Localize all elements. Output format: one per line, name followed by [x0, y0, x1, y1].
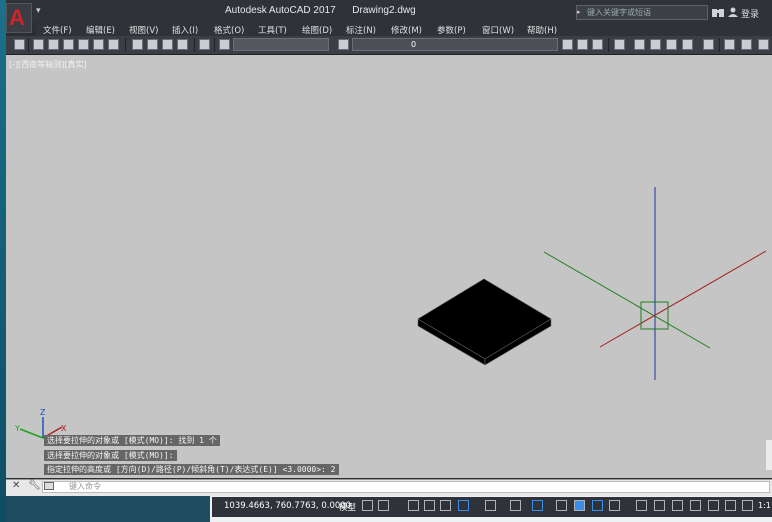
menu-draw[interactable]: 绘图(D) [302, 24, 332, 36]
wedge-icon[interactable] [93, 39, 104, 50]
polar-icon[interactable] [440, 500, 451, 511]
ucs-y-label: Y [15, 424, 20, 433]
quick-properties-icon[interactable] [690, 500, 701, 511]
layout-tabs-area [6, 496, 210, 522]
command-input[interactable]: 键入命令 [42, 481, 770, 493]
wrench-icon[interactable]: 🔧︎ [28, 480, 41, 491]
toolbar-separator [608, 38, 609, 52]
dynamic-input-icon[interactable] [408, 500, 419, 511]
model-space-view [19, 187, 767, 439]
menu-edit[interactable]: 编辑(E) [86, 24, 115, 36]
make-current-icon[interactable] [562, 39, 573, 50]
torus-icon[interactable] [108, 39, 119, 50]
toolbar-separator [28, 38, 29, 52]
workspace-combo[interactable] [233, 38, 329, 51]
menu-parametric[interactable]: 参数(P) [437, 24, 466, 36]
command-prompt-icon[interactable] [44, 482, 54, 490]
ortho-icon[interactable] [424, 500, 435, 511]
annotation-monitor-icon[interactable] [654, 500, 665, 511]
sweep-icon[interactable] [162, 39, 173, 50]
3d-object-snap-icon[interactable] [532, 500, 543, 511]
ucs-x-label: X [61, 424, 67, 433]
lineweight-icon[interactable] [556, 500, 567, 511]
menu-modify[interactable]: 修改(M) [391, 24, 422, 36]
render-icon[interactable] [199, 39, 210, 50]
model-space-button[interactable]: 模型 [339, 501, 356, 513]
application-menu-button[interactable]: A [6, 3, 32, 33]
menu-insert[interactable]: 插入(I) [172, 24, 198, 36]
binoculars-icon[interactable] [712, 7, 724, 17]
3d-osnap-icon[interactable] [609, 500, 620, 511]
hidden-icon[interactable] [650, 39, 661, 50]
search-expand-icon[interactable]: ▸ [577, 8, 581, 16]
command-history-line: 选择要拉伸的对象或 [模式(MO)]: 找到 1 个 [44, 435, 220, 446]
layer-previous-icon[interactable] [577, 39, 588, 50]
pan-icon[interactable] [219, 39, 230, 50]
gizmo-icon[interactable] [636, 500, 647, 511]
window-title: Autodesk AutoCAD 2017 Drawing2.dwg [225, 5, 416, 16]
toolbar-separator [719, 38, 720, 52]
command-history-line: 选择要拉伸的对象或 [模式(MO)]: [44, 450, 177, 461]
close-icon[interactable]: ✕ [12, 480, 20, 491]
toolbar-separator [214, 38, 215, 52]
toolbar-separator [194, 38, 195, 52]
quick-access-dropdown-icon[interactable]: ▾ [36, 6, 46, 18]
visual-style-manager-icon[interactable] [703, 39, 714, 50]
ucs-origin-icon[interactable] [758, 39, 769, 50]
units-icon[interactable] [672, 500, 683, 511]
scrollbar[interactable] [766, 440, 772, 470]
cone-icon[interactable] [63, 39, 74, 50]
menu-tools[interactable]: 工具(T) [258, 24, 287, 36]
revolve-icon[interactable] [147, 39, 158, 50]
wireframe-icon[interactable] [634, 39, 645, 50]
ucs-icon[interactable] [724, 39, 735, 50]
loft-icon[interactable] [177, 39, 188, 50]
extrude-icon[interactable] [132, 39, 143, 50]
sphere-icon[interactable] [78, 39, 89, 50]
menu-view[interactable]: 视图(V) [129, 24, 158, 36]
solid-top-face [417, 278, 552, 360]
menu-format[interactable]: 格式(O) [214, 24, 244, 36]
search-input[interactable]: 键入关键字或短语 [576, 5, 708, 20]
menu-window[interactable]: 窗口(W) [482, 24, 514, 36]
annotation-scale-icon[interactable] [708, 500, 719, 511]
cylinder-icon[interactable] [48, 39, 59, 50]
coordinate-readout[interactable]: 1039.4663, 760.7763, 0.0000 [224, 501, 351, 511]
menu-file[interactable]: 文件(F) [43, 24, 72, 36]
ucs-world-icon[interactable] [741, 39, 752, 50]
login-link[interactable]: 登录 [741, 7, 759, 20]
selection-cycling-icon[interactable] [592, 500, 603, 511]
auto-scale-icon[interactable] [742, 500, 753, 511]
menu-dimension[interactable]: 标注(N) [346, 24, 376, 36]
annotation-visibility-icon[interactable] [725, 500, 736, 511]
box-icon[interactable] [33, 39, 44, 50]
visual-style-icon[interactable] [614, 39, 625, 50]
new-icon[interactable] [14, 39, 25, 50]
realistic-icon[interactable] [666, 39, 677, 50]
layer-state-icon[interactable] [592, 39, 603, 50]
command-history-line: 指定拉伸的高度或 [方向(D)/路径(P)/倾斜角(T)/表达式(E)] <3.… [44, 464, 339, 475]
object-snap-tracking-icon[interactable] [485, 500, 496, 511]
autocad-logo: A [9, 5, 25, 30]
layer-combo[interactable]: 0 [352, 38, 558, 51]
snap-icon[interactable] [378, 500, 389, 511]
object-snap-icon[interactable] [510, 500, 521, 511]
ucs-z-label: Z [40, 408, 46, 417]
toolbar-separator [125, 38, 126, 52]
menu-help[interactable]: 帮助(H) [527, 24, 557, 36]
scale-label[interactable]: 1:1 [758, 501, 771, 510]
transparency-icon[interactable] [574, 500, 585, 511]
layer-manager-icon[interactable] [338, 39, 349, 50]
conceptual-icon[interactable] [682, 39, 693, 50]
grid-icon[interactable] [362, 500, 373, 511]
isodraft-icon[interactable] [458, 500, 469, 511]
y-axis-line [543, 251, 711, 349]
user-icon[interactable] [728, 7, 738, 17]
